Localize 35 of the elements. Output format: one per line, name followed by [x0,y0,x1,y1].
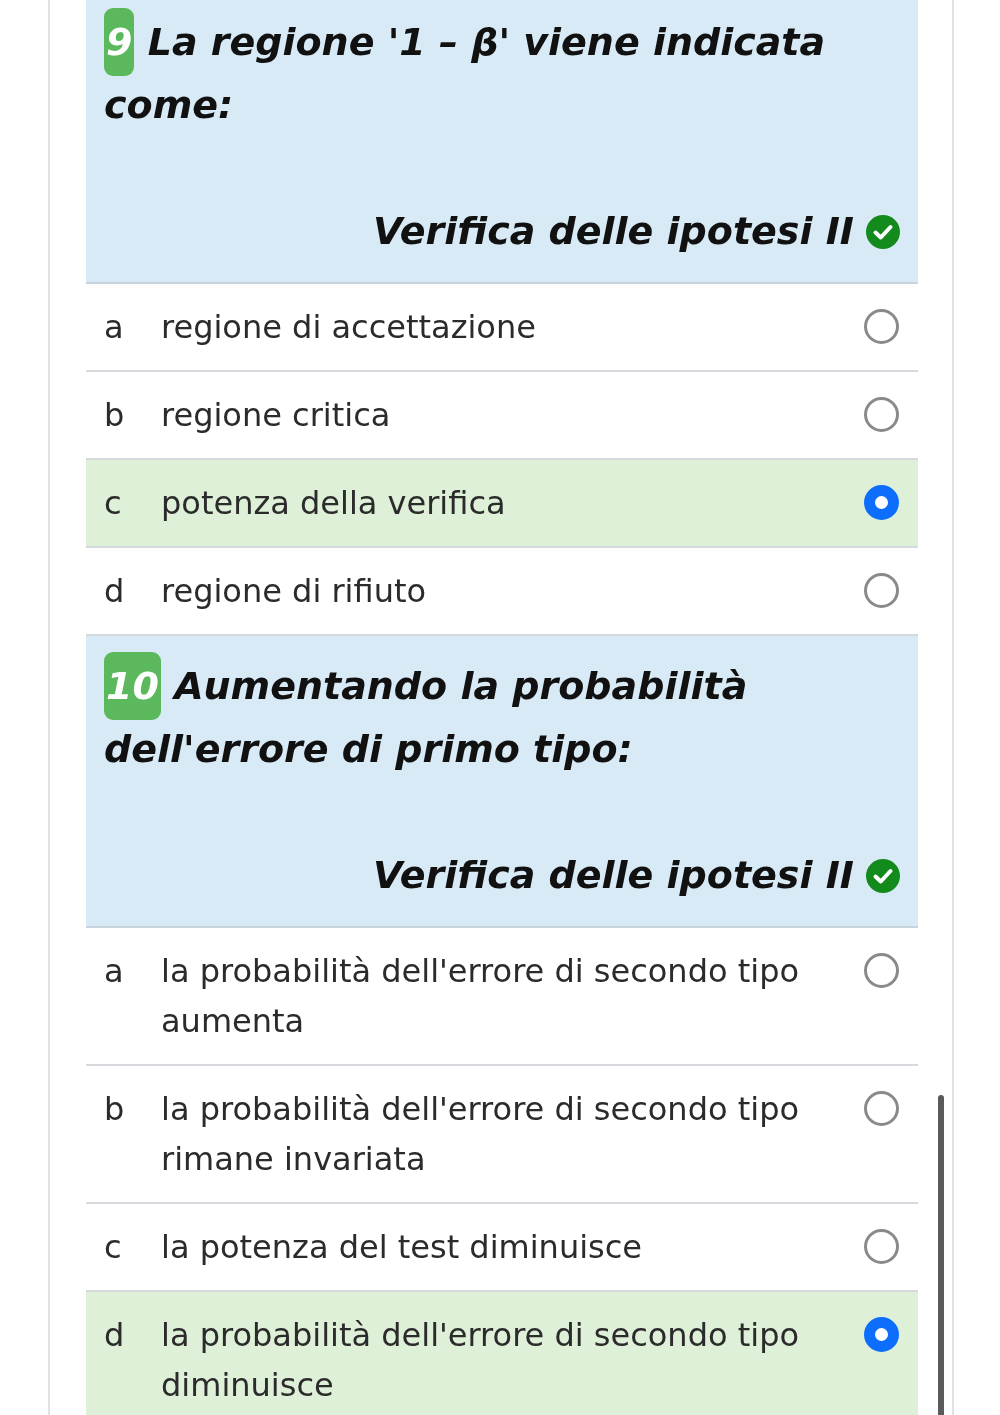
option-text: potenza della verifica [161,483,507,524]
option-letter: b [104,1089,126,1130]
option-letter: d [104,571,126,612]
option-letter: c [104,483,123,524]
option-letter: d [104,1315,126,1356]
answer-option[interactable]: c potenza della verifica [86,460,918,548]
radio-button[interactable] [864,1091,899,1126]
option-letter: a [104,307,125,348]
question-number: 9 [104,8,135,76]
topic-label: Verifica delle ipotesi II [373,852,854,899]
question-number: 10 [104,652,161,720]
option-letter: c [104,1227,123,1268]
option-text: la probabilità dell'errore di secondo tipo rimane invariata [161,1089,801,1180]
scrollbar[interactable] [938,1095,944,1415]
option-text: regione di rifiuto [161,571,428,612]
question-text: 10 Aumentando la probabilità dell'errore di primo tipo: [104,655,900,781]
option-letter: b [104,395,126,436]
radio-button[interactable] [864,573,899,608]
option-text: la potenza del test diminuisce [161,1227,643,1268]
question-text: 9 La regione '1 – β' viene indicata come: [104,11,900,137]
topic-label: Verifica delle ipotesi II [373,208,854,255]
option-text: la probabilità dell'errore di secondo tipo diminuisce [161,1315,801,1406]
option-text: la probabilità dell'errore di secondo tipo aumenta [161,951,801,1042]
radio-button[interactable] [864,397,899,432]
option-text: regione critica [161,395,392,436]
radio-button[interactable] [864,309,899,344]
radio-button[interactable] [864,953,899,988]
check-circle-icon [866,858,900,893]
check-circle-icon [866,214,900,249]
option-letter: a [104,951,125,992]
radio-button[interactable] [864,1317,899,1352]
answer-option[interactable]: d la probabilità dell'errore di secondo tipo diminuisce [86,1292,918,1415]
option-text: regione di accettazione [161,307,537,348]
radio-button[interactable] [864,1229,899,1264]
radio-button[interactable] [864,485,899,520]
